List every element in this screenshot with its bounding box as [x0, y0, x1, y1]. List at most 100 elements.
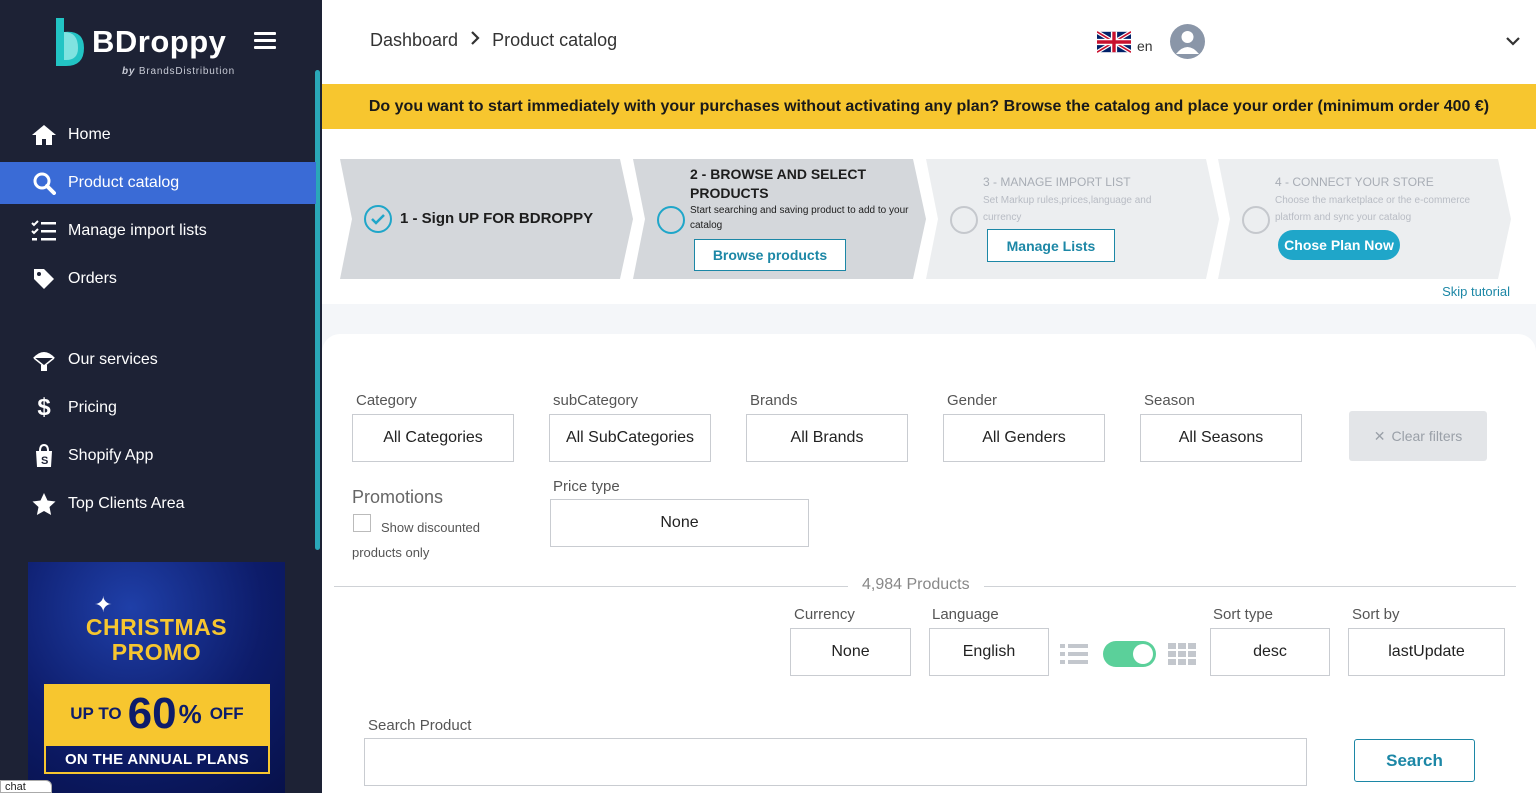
dollar-icon: $ [37, 394, 51, 421]
sidebar-item-label: Our services [68, 351, 158, 368]
home-icon [30, 123, 58, 147]
sidebar-item-product-catalog[interactable]: Product catalog [0, 162, 316, 204]
sidebar-item-our-services[interactable]: Our services [0, 339, 316, 381]
show-discounted-label: Show discounted products only [352, 520, 481, 560]
check-circle-icon [364, 205, 392, 233]
sidebar-nav-main: Home Product catalog Manage import lists… [0, 114, 316, 300]
sidebar-item-label: Product catalog [68, 174, 180, 191]
filters-card: Category All Categories subCategory All … [322, 334, 1536, 793]
products-count: 4,984 Products [848, 576, 984, 594]
search-product-input[interactable] [364, 738, 1307, 786]
sidebar-item-shopify-app[interactable]: S Shopify App [0, 435, 316, 477]
step-circle-icon [1242, 206, 1270, 234]
onboarding-steps: 1 - Sign UP FOR BDROPPY 2 - BROWSE AND S… [322, 129, 1536, 304]
step-4-description: Choose the marketplace or the e-commerce… [1275, 195, 1471, 223]
manage-lists-button[interactable]: Manage Lists [987, 229, 1115, 262]
step-3: 3 - MANAGE IMPORT LIST Set Markup rules,… [926, 159, 1221, 279]
language-select[interactable]: English [929, 628, 1049, 676]
promo-announcement-banner: Do you want to start immediately with yo… [322, 84, 1536, 129]
sidebar: BDroppy by BrandsDistribution Home Produ… [0, 0, 322, 793]
sidebar-item-label: Orders [68, 270, 117, 287]
price-type-select[interactable]: None [550, 499, 809, 547]
sidebar-item-manage-import-lists[interactable]: Manage import lists [0, 210, 316, 252]
promo-title-line1: CHRISTMAS [85, 614, 228, 640]
step-2-description: Start searching and saving product to ad… [690, 205, 909, 231]
step-3-title: 3 - MANAGE IMPORT LIST [983, 175, 1131, 189]
search-button[interactable]: Search [1354, 739, 1475, 782]
step-1: 1 - Sign UP FOR BDROPPY [340, 159, 635, 279]
sidebar-nav-secondary: Our services $ Pricing S Shopify App Top… [0, 339, 316, 525]
season-label: Season [1144, 392, 1195, 409]
shopify-bag-icon: S [30, 444, 58, 468]
step-4: 4 - CONNECT YOUR STORE Choose the market… [1218, 159, 1513, 279]
sidebar-item-label: Manage import lists [68, 222, 207, 239]
brand-logo[interactable]: BDroppy by BrandsDistribution [52, 16, 272, 80]
chose-plan-now-button[interactable]: Chose Plan Now [1278, 230, 1400, 260]
clear-filters-button[interactable]: ✕ Clear filters [1349, 411, 1487, 461]
chat-chip[interactable]: chat [0, 780, 52, 793]
bdroppy-logo-icon [56, 18, 84, 66]
sidebar-item-pricing[interactable]: $ Pricing [0, 387, 316, 429]
category-label: Category [356, 392, 417, 409]
step-3-description: Set Markup rules,prices,language and cur… [983, 195, 1152, 223]
grid-view-icon[interactable] [1167, 640, 1197, 668]
sort-by-label: Sort by [1352, 606, 1400, 623]
menu-toggle-icon[interactable] [254, 32, 276, 50]
step-2-title: 2 - BROWSE AND SELECT PRODUCTS [690, 166, 867, 201]
sidebar-item-home[interactable]: Home [0, 114, 316, 156]
list-view-icon[interactable] [1059, 640, 1089, 668]
brand-tagline: by BrandsDistribution [122, 66, 235, 77]
currency-select[interactable]: None [790, 628, 911, 676]
gender-label: Gender [947, 392, 998, 409]
browse-products-button[interactable]: Browse products [694, 239, 846, 271]
list-check-icon [30, 219, 58, 243]
skip-tutorial-link[interactable]: Skip tutorial [1442, 284, 1510, 299]
topbar: Dashboard Product catalog en [322, 0, 1536, 84]
sidebar-item-top-clients-area[interactable]: Top Clients Area [0, 483, 316, 525]
promo-discount-box: UP TO 60 % OFF [44, 684, 270, 744]
star-icon [30, 492, 58, 516]
language-code[interactable]: en [1137, 38, 1153, 54]
promo-title-line2: PROMO [111, 639, 202, 665]
breadcrumb-product-catalog: Product catalog [492, 30, 618, 50]
promotions-label: Promotions [352, 487, 444, 507]
uk-flag-icon[interactable] [1097, 31, 1131, 53]
sidebar-item-label: Pricing [68, 399, 117, 416]
step-1-title: 1 - Sign UP FOR BDROPPY [400, 210, 594, 227]
brand-name: BDroppy [92, 24, 227, 59]
chevron-down-icon[interactable] [1504, 32, 1522, 50]
sidebar-item-label: Top Clients Area [68, 495, 185, 512]
currency-label: Currency [794, 606, 855, 623]
step-2: 2 - BROWSE AND SELECT PRODUCTS Start sea… [633, 159, 928, 279]
step-4-title: 4 - CONNECT YOUR STORE [1275, 175, 1434, 189]
svg-text:S: S [41, 455, 48, 467]
tag-icon [30, 267, 58, 291]
search-product-label: Search Product [368, 717, 472, 734]
sidebar-item-orders[interactable]: Orders [0, 258, 316, 300]
show-discounted-checkbox[interactable] [353, 514, 371, 532]
parachute-icon [30, 348, 58, 372]
user-avatar-icon[interactable] [1170, 24, 1205, 59]
chevron-right-icon [470, 31, 480, 50]
step-circle-icon [657, 206, 685, 234]
gender-select[interactable]: All Genders [943, 414, 1105, 462]
brands-select[interactable]: All Brands [746, 414, 908, 462]
sidebar-item-label: Shopify App [68, 447, 154, 464]
sort-by-select[interactable]: lastUpdate [1348, 628, 1505, 676]
view-mode-toggle[interactable] [1103, 641, 1156, 667]
close-icon: ✕ [1373, 427, 1386, 444]
season-select[interactable]: All Seasons [1140, 414, 1302, 462]
sidebar-item-label: Home [68, 126, 111, 143]
christmas-promo-banner[interactable]: ✦ CHRISTMAS PROMO UP TO 60 % OFF ON THE … [28, 562, 285, 793]
subcategory-select[interactable]: All SubCategories [549, 414, 711, 462]
breadcrumb: Dashboard Product catalog [370, 30, 617, 51]
subcategory-label: subCategory [553, 392, 639, 409]
step-circle-icon [950, 206, 978, 234]
language-label: Language [932, 606, 999, 623]
clear-filters-label: Clear filters [1391, 428, 1463, 444]
category-select[interactable]: All Categories [352, 414, 514, 462]
sort-type-select[interactable]: desc [1210, 628, 1330, 676]
brands-label: Brands [750, 392, 798, 409]
sort-type-label: Sort type [1213, 606, 1274, 623]
breadcrumb-dashboard[interactable]: Dashboard [370, 30, 458, 51]
